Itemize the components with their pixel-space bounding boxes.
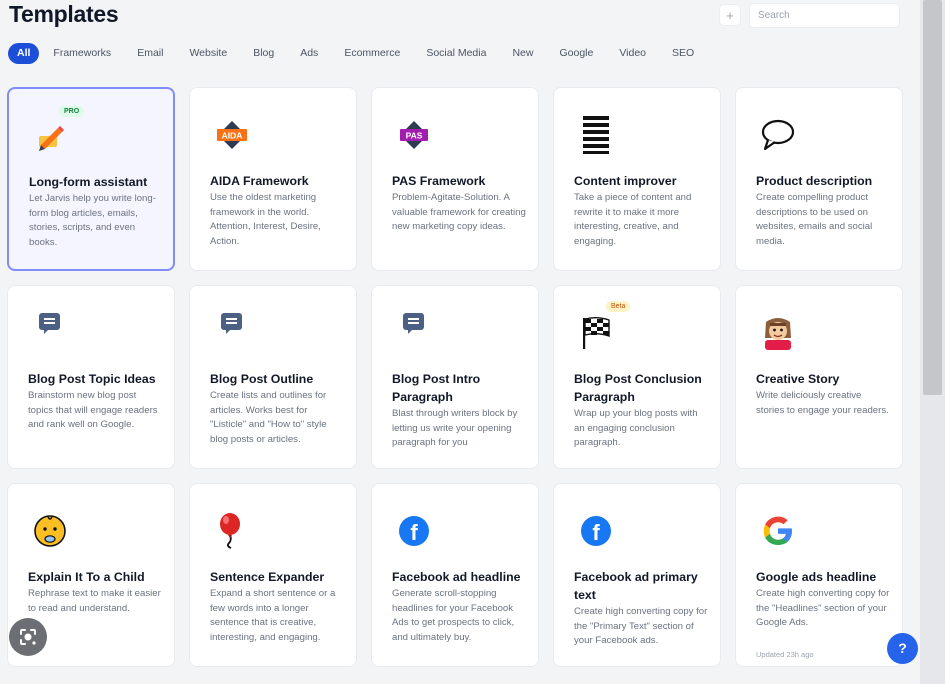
template-card-blog-post-outline[interactable]: Blog Post Outline Create lists and outli…	[189, 285, 357, 469]
page-title: Templates	[9, 1, 119, 27]
filter-tab-google[interactable]: Google	[547, 43, 605, 64]
filter-tab-website[interactable]: Website	[177, 43, 239, 64]
template-card-sentence-expander[interactable]: Sentence Expander Expand a short sentenc…	[189, 483, 357, 667]
beta-badge: Beta	[606, 301, 631, 312]
lens-icon[interactable]	[9, 618, 47, 656]
checkered-flag-icon	[575, 312, 617, 354]
facebook-icon: f	[393, 510, 435, 552]
card-description: Rephrase text to make it easier to read …	[28, 588, 161, 614]
template-card-content-improver[interactable]: Content improver Take a piece of content…	[553, 87, 721, 271]
template-card-product-description[interactable]: Product description Create compelling pr…	[735, 87, 903, 271]
template-card-long-form-assistant[interactable]: PRO Long-form assistant Let Jarvis help …	[7, 87, 175, 271]
chat-icon	[29, 312, 71, 354]
filter-tab-ecommerce[interactable]: Ecommerce	[332, 43, 412, 64]
filter-tabs: All Frameworks Email Website Blog Ads Ec…	[8, 43, 706, 64]
scrollbar[interactable]	[920, 0, 945, 684]
card-description: Wrap up your blog posts with an engaging…	[574, 408, 698, 449]
help-button[interactable]: ?	[887, 633, 918, 664]
template-card-blog-post-intro-paragraph[interactable]: Blog Post Intro Paragraph Blast through …	[371, 285, 539, 469]
card-title: Facebook ad primary text	[574, 570, 698, 602]
template-grid: PRO Long-form assistant Let Jarvis help …	[7, 87, 903, 667]
card-description: Let Jarvis help you write long-form blog…	[29, 193, 156, 248]
card-title: Blog Post Topic Ideas	[28, 372, 156, 386]
card-description: Brainstorm new blog post topics that wil…	[28, 390, 158, 431]
card-title: Content improver	[574, 174, 677, 188]
card-title: Long-form assistant	[29, 175, 148, 189]
card-description: Problem-Agitate-Solution. A valuable fra…	[392, 192, 526, 233]
template-card-blog-post-conclusion-paragraph[interactable]: Beta Blog Post Conclusion Paragraph Wrap…	[553, 285, 721, 469]
template-card-facebook-ad-headline[interactable]: f Facebook ad headline Generate scroll-s…	[371, 483, 539, 667]
card-description: Use the oldest marketing framework in th…	[210, 192, 321, 247]
chat-icon	[211, 312, 253, 354]
card-description: Create compelling product descriptions t…	[756, 192, 873, 247]
filter-tab-seo[interactable]: SEO	[660, 43, 706, 64]
filter-tab-ads[interactable]: Ads	[288, 43, 330, 64]
pas-icon: PAS	[393, 114, 435, 156]
scrollbar-thumb[interactable]	[923, 0, 942, 395]
filter-tab-blog[interactable]: Blog	[241, 43, 286, 64]
templates-page: Templates + All Frameworks Email Website…	[0, 0, 920, 684]
svg-text:AIDA: AIDA	[222, 131, 243, 141]
filter-tab-email[interactable]: Email	[125, 43, 175, 64]
card-title: PAS Framework	[392, 174, 486, 188]
card-title: Blog Post Intro Paragraph	[392, 372, 481, 404]
google-icon	[757, 510, 799, 552]
search-input[interactable]	[749, 3, 900, 28]
card-description: Blast through writers block by letting u…	[392, 408, 518, 449]
card-description: Expand a short sentence or a few words i…	[210, 588, 336, 643]
add-template-button[interactable]: +	[719, 4, 741, 26]
card-title: Facebook ad headline	[392, 570, 521, 584]
template-card-pas-framework[interactable]: PAS PAS Framework Problem-Agitate-Soluti…	[371, 87, 539, 271]
card-description: Write deliciously creative stories to en…	[756, 390, 889, 416]
filter-tab-all[interactable]: All	[8, 43, 40, 64]
card-title: Creative Story	[756, 372, 840, 386]
template-card-blog-post-topic-ideas[interactable]: Blog Post Topic Ideas Brainstorm new blo…	[7, 285, 175, 469]
aida-icon: AIDA	[211, 114, 253, 156]
card-description: Generate scroll-stopping headlines for y…	[392, 588, 515, 643]
card-description: Create high converting copy for the "Hea…	[756, 588, 890, 629]
filter-tab-frameworks[interactable]: Frameworks	[41, 43, 123, 64]
filter-tab-social-media[interactable]: Social Media	[414, 43, 498, 64]
speech-bubble-icon	[757, 114, 799, 156]
card-title: Sentence Expander	[210, 570, 325, 584]
filter-tab-video[interactable]: Video	[607, 43, 658, 64]
lines-icon	[575, 114, 617, 156]
chat-icon	[393, 312, 435, 354]
card-title: Blog Post Conclusion Paragraph	[574, 372, 702, 404]
card-description: Create lists and outlines for articles. …	[210, 390, 327, 445]
card-title: Blog Post Outline	[210, 372, 314, 386]
card-title: Explain It To a Child	[28, 570, 145, 584]
facebook-icon: f	[575, 510, 617, 552]
card-title: Google ads headline	[756, 570, 877, 584]
card-description: Create high converting copy for the "Pri…	[574, 606, 708, 647]
baby-icon	[29, 510, 71, 552]
card-title: Product description	[756, 174, 873, 188]
template-card-google-ads-headline[interactable]: Google ads headline Create high converti…	[735, 483, 903, 667]
card-title: AIDA Framework	[210, 174, 309, 188]
template-card-aida-framework[interactable]: AIDA AIDA Framework Use the oldest marke…	[189, 87, 357, 271]
updated-timestamp: Updated 23h ago	[756, 650, 814, 659]
pencil-writing-icon	[30, 115, 72, 157]
template-card-creative-story[interactable]: Creative Story Write deliciously creativ…	[735, 285, 903, 469]
template-card-facebook-ad-primary-text[interactable]: f Facebook ad primary text Create high c…	[553, 483, 721, 667]
svg-text:PAS: PAS	[406, 131, 423, 141]
card-description: Take a piece of content and rewrite it t…	[574, 192, 692, 247]
storyteller-icon	[757, 312, 799, 354]
filter-tab-new[interactable]: New	[500, 43, 545, 64]
balloon-icon	[211, 510, 253, 552]
